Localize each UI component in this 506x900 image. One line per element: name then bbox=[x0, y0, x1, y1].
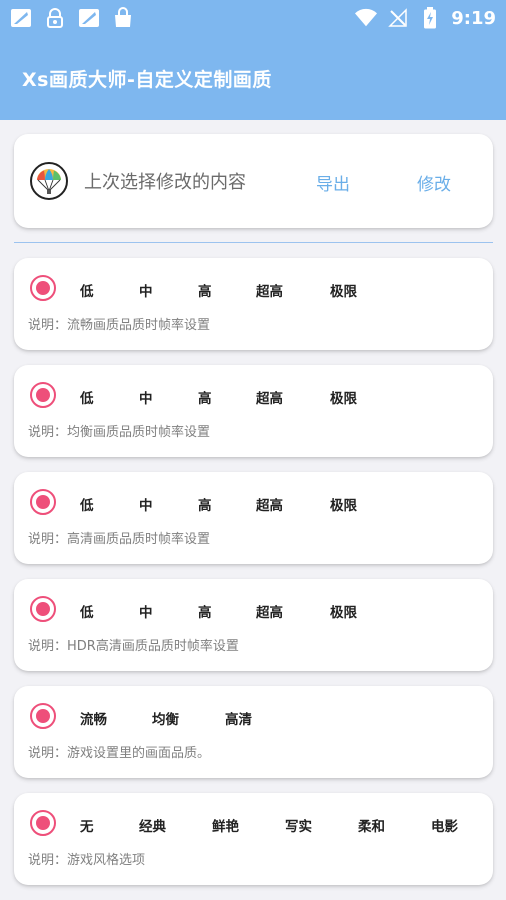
app-notification-icon bbox=[10, 7, 32, 29]
option-item[interactable]: 极限 bbox=[330, 280, 357, 300]
option-description: 说明：流畅画质品质时帧率设置 bbox=[28, 318, 211, 333]
radio-button[interactable] bbox=[30, 703, 56, 729]
app-title: Xs画质大师-自定义定制画质 bbox=[22, 68, 272, 91]
radio-button[interactable] bbox=[30, 489, 56, 515]
option-item[interactable]: 电影 bbox=[431, 815, 458, 835]
option-item[interactable]: 无 bbox=[80, 815, 94, 835]
option-item[interactable]: 中 bbox=[139, 494, 153, 514]
option-item[interactable]: 超高 bbox=[256, 601, 283, 621]
vpn-key-icon bbox=[44, 7, 66, 29]
option-item[interactable]: 极限 bbox=[330, 494, 357, 514]
option-card: 低 中 高 超高 极限说明：均衡画质品质时帧率设置 bbox=[14, 365, 493, 457]
radio-button[interactable] bbox=[30, 596, 56, 622]
battery-charging-icon bbox=[419, 7, 441, 29]
divider bbox=[14, 242, 493, 243]
option-item[interactable]: 超高 bbox=[256, 387, 283, 407]
option-item[interactable]: 低 bbox=[80, 601, 94, 621]
status-right-icons: 9:19 bbox=[355, 7, 496, 29]
option-item[interactable]: 写实 bbox=[285, 815, 312, 835]
option-item[interactable]: 鲜艳 bbox=[212, 815, 239, 835]
export-button[interactable]: 导出 bbox=[316, 170, 350, 195]
option-item[interactable]: 极限 bbox=[330, 601, 357, 621]
option-item[interactable]: 极限 bbox=[330, 387, 357, 407]
option-item[interactable]: 流畅 bbox=[80, 708, 107, 728]
radio-button[interactable] bbox=[30, 382, 56, 408]
option-description: 说明：游戏风格选项 bbox=[28, 853, 146, 868]
shopping-bag-icon bbox=[112, 7, 134, 29]
option-card: 低 中 高 超高 极限说明：流畅画质品质时帧率设置 bbox=[14, 258, 493, 350]
option-card: 无 经典 鲜艳 写实 柔和 电影说明：游戏风格选项 bbox=[14, 793, 493, 885]
app-notification-icon bbox=[78, 7, 100, 29]
option-description: 说明：高清画质品质时帧率设置 bbox=[28, 532, 211, 547]
radio-selected-dot bbox=[36, 602, 50, 616]
app-bar: Xs画质大师-自定义定制画质 bbox=[0, 36, 506, 120]
option-item[interactable]: 高清 bbox=[225, 708, 252, 728]
option-item[interactable]: 柔和 bbox=[358, 815, 385, 835]
last-choice-card: 上次选择修改的内容 导出 修改 bbox=[14, 134, 493, 228]
option-item[interactable]: 经典 bbox=[139, 815, 166, 835]
option-item[interactable]: 低 bbox=[80, 387, 94, 407]
modify-button[interactable]: 修改 bbox=[417, 170, 451, 195]
option-item[interactable]: 高 bbox=[198, 280, 212, 300]
last-choice-label: 上次选择修改的内容 bbox=[84, 172, 246, 193]
option-item[interactable]: 中 bbox=[139, 280, 153, 300]
wifi-icon bbox=[355, 7, 378, 29]
radio-button[interactable] bbox=[30, 810, 56, 836]
status-left-icons bbox=[10, 7, 134, 29]
option-card: 流畅 均衡 高清说明：游戏设置里的画面品质。 bbox=[14, 686, 493, 778]
option-item[interactable]: 超高 bbox=[256, 494, 283, 514]
radio-selected-dot bbox=[36, 495, 50, 509]
option-card: 低 中 高 超高 极限说明：HDR高清画质品质时帧率设置 bbox=[14, 579, 493, 671]
option-item[interactable]: 高 bbox=[198, 494, 212, 514]
option-item[interactable]: 中 bbox=[139, 387, 153, 407]
option-item[interactable]: 低 bbox=[80, 494, 94, 514]
radio-selected-dot bbox=[36, 816, 50, 830]
option-item[interactable]: 均衡 bbox=[152, 708, 179, 728]
option-item[interactable]: 高 bbox=[198, 387, 212, 407]
radio-selected-dot bbox=[36, 281, 50, 295]
option-item[interactable]: 中 bbox=[139, 601, 153, 621]
option-description: 说明：均衡画质品质时帧率设置 bbox=[28, 425, 211, 440]
no-signal-icon bbox=[387, 7, 409, 29]
option-item[interactable]: 低 bbox=[80, 280, 94, 300]
radio-selected-dot bbox=[36, 709, 50, 723]
radio-button[interactable] bbox=[30, 275, 56, 301]
option-item[interactable]: 超高 bbox=[256, 280, 283, 300]
option-description: 说明：游戏设置里的画面品质。 bbox=[28, 746, 211, 761]
status-time: 9:19 bbox=[451, 7, 496, 29]
option-description: 说明：HDR高清画质品质时帧率设置 bbox=[28, 639, 239, 654]
status-bar: 9:19 bbox=[0, 0, 506, 36]
option-item[interactable]: 高 bbox=[198, 601, 212, 621]
parachute-icon bbox=[30, 162, 68, 200]
option-card: 低 中 高 超高 极限说明：高清画质品质时帧率设置 bbox=[14, 472, 493, 564]
radio-selected-dot bbox=[36, 388, 50, 402]
